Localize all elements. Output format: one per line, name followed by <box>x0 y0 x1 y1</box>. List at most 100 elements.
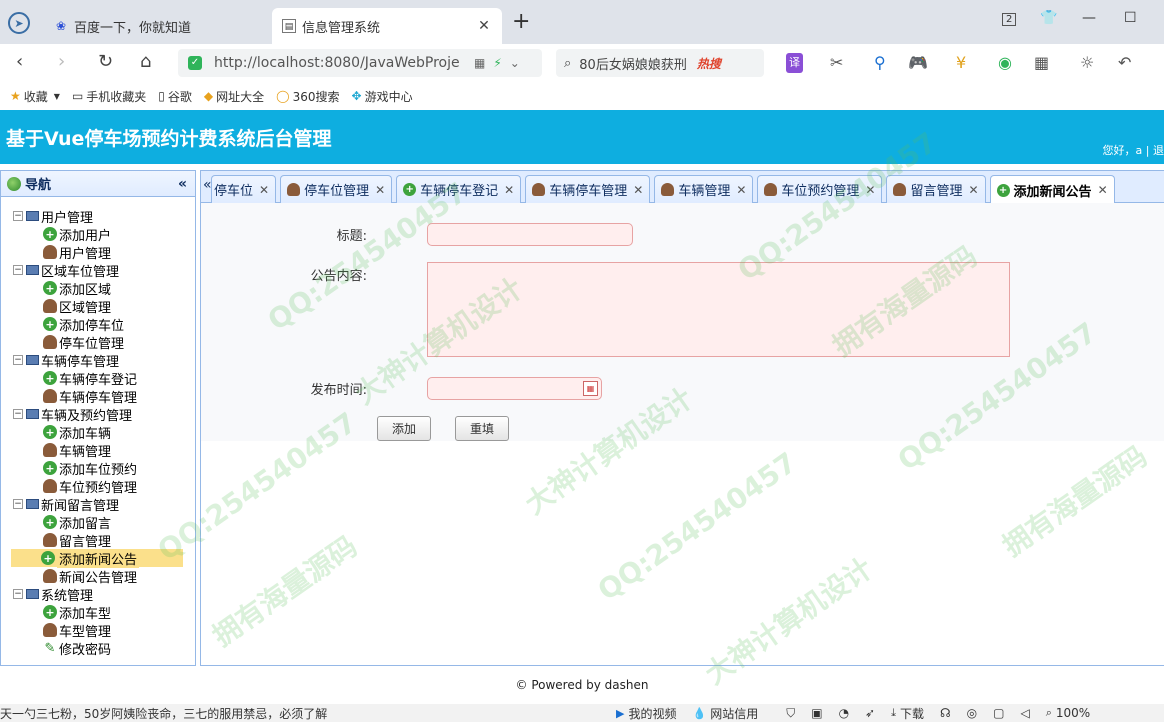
bookmark-favorites[interactable]: ★ 收藏 ▼ <box>10 88 60 105</box>
qr-icon[interactable]: ▦ <box>474 56 485 70</box>
coupon-icon[interactable]: ¥ <box>956 53 966 73</box>
new-tab-icon[interactable]: + <box>512 11 530 33</box>
browser-tab-baidu[interactable]: ❀ 百度一下，你就知道 <box>44 8 270 44</box>
sidebar-item-reservation-manage[interactable]: 车位预约管理 <box>13 477 195 496</box>
tab-parking-space-manage[interactable]: 停车位管理 ✕ <box>280 175 393 203</box>
sidebar-item-area-manage[interactable]: 区域管理 <box>13 297 195 316</box>
tab-add-news[interactable]: + 添加新闻公告 ✕ <box>989 175 1115 204</box>
tree-group-area[interactable]: − 区域车位管理 <box>13 261 195 280</box>
tab-parking-space[interactable]: 停车位 ✕ <box>211 175 277 203</box>
close-icon[interactable]: ✕ <box>504 183 514 197</box>
sidebar-item-add-message[interactable]: + 添加留言 <box>13 513 195 532</box>
bookmark-google[interactable]: ▯ 谷歌 <box>158 88 192 105</box>
chevron-down-icon[interactable]: ⌄ <box>510 56 520 70</box>
status-video[interactable]: ▶ 我的视频 <box>616 705 676 722</box>
news-ticker[interactable]: 天一勺三七粉，50岁阿姨险丧命，三七的服用禁忌，必须了解 <box>0 705 600 722</box>
gamepad-icon[interactable]: 🎮 <box>908 53 928 73</box>
close-icon[interactable]: ✕ <box>259 183 269 197</box>
close-tab-icon[interactable]: ✕ <box>476 18 492 34</box>
tree-group-parking[interactable]: − 车辆停车管理 <box>13 351 195 370</box>
window-icon[interactable]: ▢ <box>993 706 1004 720</box>
tab-parking-register[interactable]: + 车辆停车登记 ✕ <box>396 175 522 203</box>
undo-icon[interactable]: ↶ <box>1118 53 1131 73</box>
bookmark-mobile[interactable]: ▭ 手机收藏夹 <box>72 88 146 105</box>
minimize-icon[interactable]: — <box>1082 10 1096 26</box>
sidebar-item-vehicle-manage[interactable]: 车辆管理 <box>13 441 195 460</box>
browser-tab-active[interactable]: ▤ 信息管理系统 ✕ <box>272 8 502 44</box>
hot-search-badge[interactable]: 热搜 <box>697 55 721 72</box>
tree-group-vehicle[interactable]: − 车辆及预约管理 <box>13 405 195 424</box>
sidebar-item-change-password[interactable]: ✎ 修改密码 <box>13 639 195 658</box>
collapse-toggle-icon[interactable]: − <box>13 589 23 599</box>
bookmark-360[interactable]: ◯ 360搜索 <box>276 88 339 105</box>
magnifier-icon[interactable]: ⚲ <box>874 53 886 73</box>
close-icon[interactable]: ✕ <box>865 183 875 197</box>
zoom-level[interactable]: ⌕ 100% <box>1046 706 1090 720</box>
status-credit[interactable]: 💧 网站信用 <box>692 705 758 722</box>
tab-vehicle-manage[interactable]: 车辆管理 ✕ <box>654 175 754 203</box>
brightness-icon[interactable]: ☼ <box>1080 53 1094 73</box>
tab-message-manage[interactable]: 留言管理 ✕ <box>886 175 986 203</box>
close-icon[interactable]: ✕ <box>968 183 978 197</box>
collapse-toggle-icon[interactable]: − <box>13 355 23 365</box>
sidebar-item-add-cartype[interactable]: + 添加车型 <box>13 603 195 622</box>
close-icon[interactable]: ✕ <box>1098 183 1108 197</box>
sidebar-item-message-manage[interactable]: 留言管理 <box>13 531 195 550</box>
rocket-icon[interactable]: ➶ <box>865 706 875 720</box>
reload-icon[interactable]: ↻ <box>98 52 113 72</box>
close-icon[interactable]: ✕ <box>375 183 385 197</box>
calendar-icon[interactable]: ▦ <box>583 381 598 396</box>
time-input[interactable]: ▦ <box>427 377 602 400</box>
headset-icon[interactable]: ☊ <box>940 706 951 720</box>
sidebar-item-add-area[interactable]: + 添加区域 <box>13 279 195 298</box>
sidebar-item-add-vehicle[interactable]: + 添加车辆 <box>13 423 195 442</box>
collapse-toggle-icon[interactable]: − <box>13 499 23 509</box>
apps-grid-icon[interactable]: ▦ <box>1034 53 1049 73</box>
lightning-icon[interactable]: ⚡ <box>493 56 501 70</box>
tab-counter-badge[interactable]: 2 <box>1002 13 1017 26</box>
collapse-icon[interactable]: « <box>178 176 187 192</box>
sidebar-item-add-news[interactable]: + 添加新闻公告 <box>11 548 183 568</box>
sound-icon[interactable]: ◁ <box>1021 706 1030 720</box>
scissors-icon[interactable]: ✂ <box>830 53 843 73</box>
bookmark-games[interactable]: ✥ 游戏中心 <box>352 88 413 105</box>
reset-button[interactable]: 重填 <box>455 416 509 441</box>
title-input[interactable] <box>427 223 633 246</box>
tree-group-news[interactable]: − 新闻留言管理 <box>13 495 195 514</box>
sidebar-item-add-user[interactable]: + 添加用户 <box>13 225 195 244</box>
shirt-icon[interactable]: 👕 <box>1040 10 1057 26</box>
status-download[interactable]: ⤓ 下载 <box>891 705 924 722</box>
sidebar-item-add-reservation[interactable]: + 添加车位预约 <box>13 459 195 478</box>
sidebar-item-cartype-manage[interactable]: 车型管理 <box>13 621 195 640</box>
sidebar-item-user-manage[interactable]: 用户管理 <box>13 243 195 262</box>
tab-reservation-manage[interactable]: 车位预约管理 ✕ <box>757 175 883 203</box>
tree-group-user[interactable]: − 用户管理 <box>13 207 195 226</box>
translate-icon[interactable]: 译 <box>786 53 803 73</box>
search-input[interactable]: ⌕ 80后女娲娘娘获刑 热搜 <box>556 49 764 77</box>
forward-icon[interactable]: › <box>58 52 65 72</box>
sidebar-item-space-manage[interactable]: 停车位管理 <box>13 333 195 352</box>
close-icon[interactable]: ✕ <box>633 183 643 197</box>
sidebar-item-parking-register[interactable]: + 车辆停车登记 <box>13 369 195 388</box>
tab-parking-manage[interactable]: 车辆停车管理 ✕ <box>525 175 651 203</box>
speed-icon[interactable]: ◔ <box>839 706 849 720</box>
back-icon[interactable]: ‹ <box>16 52 23 72</box>
image-icon[interactable]: ▣ <box>811 706 822 720</box>
browser-icon[interactable]: ◎ <box>967 706 977 720</box>
collapse-toggle-icon[interactable]: − <box>13 409 23 419</box>
home-icon[interactable]: ⌂ <box>140 52 151 72</box>
sidebar-item-news-manage[interactable]: 新闻公告管理 <box>13 567 195 586</box>
maximize-icon[interactable]: ☐ <box>1124 10 1137 26</box>
shield-icon[interactable]: ⛉ <box>786 706 795 721</box>
url-input[interactable]: ✓ http://localhost:8080/JavaWebProje ▦ ⚡… <box>178 49 542 77</box>
content-textarea[interactable] <box>427 262 1010 357</box>
bookmark-sites[interactable]: ◆ 网址大全 <box>204 88 264 105</box>
tree-group-system[interactable]: − 系统管理 <box>13 585 195 604</box>
sidebar-item-parking-manage[interactable]: 车辆停车管理 <box>13 387 195 406</box>
add-button[interactable]: 添加 <box>377 416 431 441</box>
browser-logo-icon[interactable]: ➤ <box>8 12 30 34</box>
collapse-toggle-icon[interactable]: − <box>13 211 23 221</box>
green-circle-icon[interactable]: ◉ <box>998 53 1012 73</box>
sidebar-item-add-space[interactable]: + 添加停车位 <box>13 315 195 334</box>
user-greeting[interactable]: 您好，a | 退 <box>1103 142 1164 158</box>
